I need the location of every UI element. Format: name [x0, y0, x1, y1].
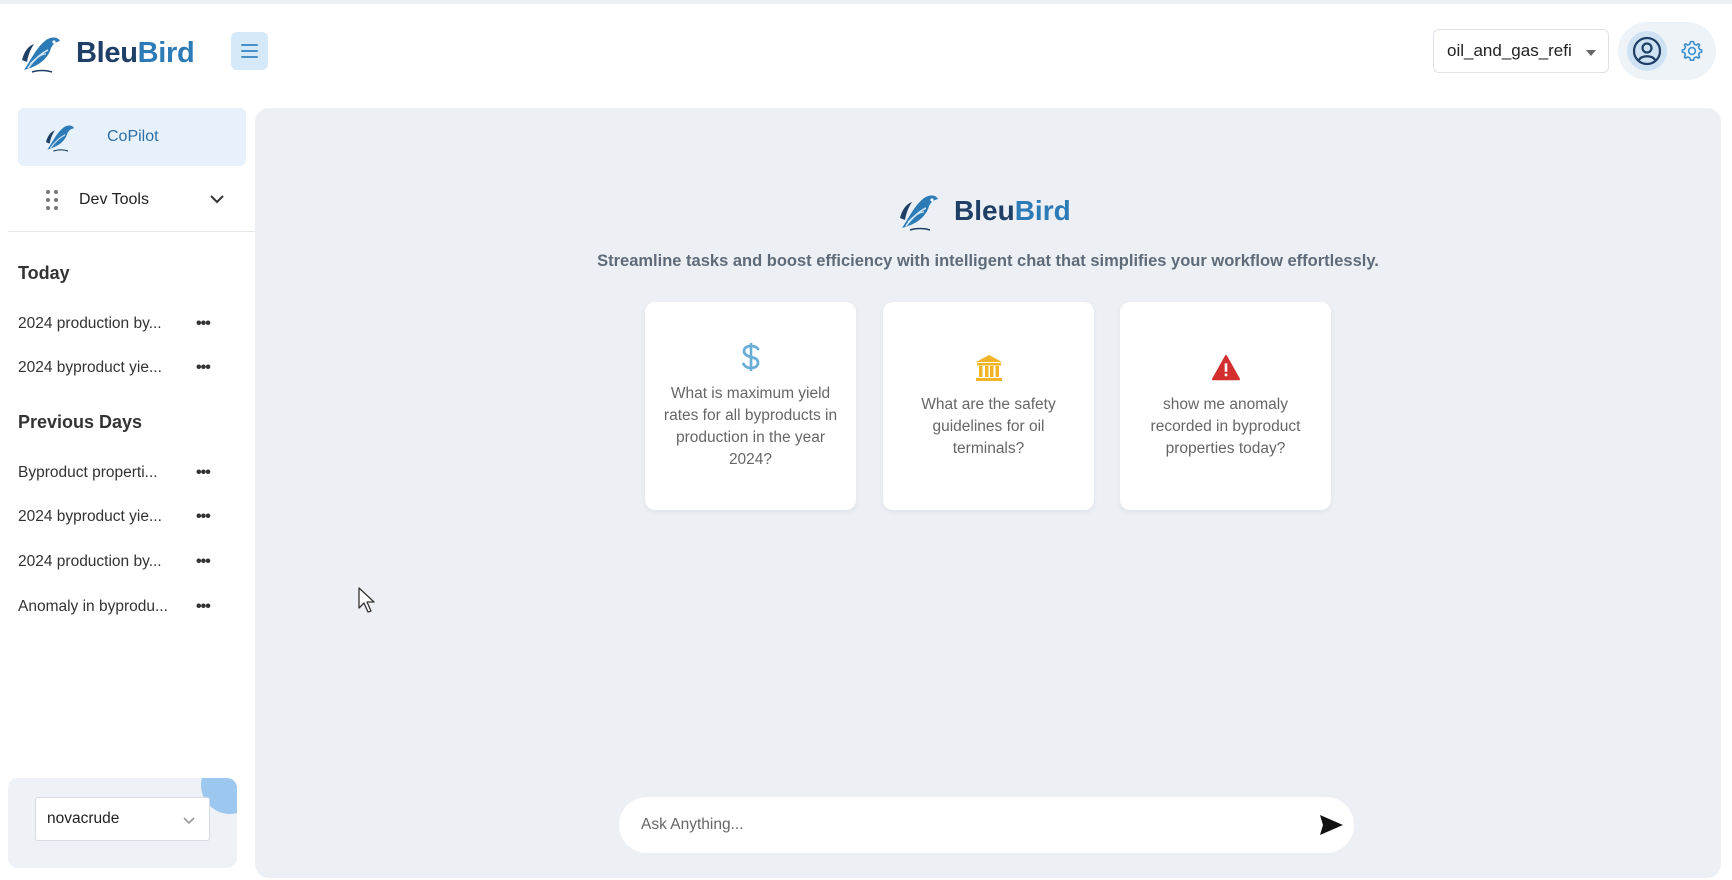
sidebar-item-copilot[interactable]: CoPilot: [18, 108, 246, 166]
database-select-value: oil_and_gas_refi: [1447, 41, 1572, 60]
history-item-label: 2024 byproduct yie...: [18, 508, 162, 525]
header: BleuBird oil_and_gas_refi: [0, 4, 1732, 100]
bleubird-logo-icon: [900, 195, 938, 231]
sidebar: CoPilot Dev Tools Today 2024 production …: [0, 100, 255, 880]
section-title-today: Today: [18, 263, 70, 283]
suggestion-card-safety[interactable]: What are the safety guidelines for oil t…: [883, 302, 1094, 510]
history-item[interactable]: Anomaly in byprodu... •••: [18, 595, 218, 619]
copilot-bird-icon: [45, 125, 75, 152]
center-logo: BleuBird: [896, 188, 1071, 234]
hamburger-menu-button[interactable]: [231, 32, 268, 70]
hamburger-line: [241, 44, 258, 46]
sidebar-item-label: CoPilot: [107, 128, 159, 145]
more-options-icon[interactable]: •••: [196, 316, 211, 332]
brand-name-part1: Bleu: [954, 195, 1015, 226]
send-icon[interactable]: [1318, 813, 1344, 837]
user-avatar-button[interactable]: [1627, 31, 1667, 71]
more-options-icon[interactable]: •••: [196, 360, 211, 376]
chat-main-panel: BleuBird Streamline tasks and boost effi…: [255, 108, 1721, 878]
more-options-icon[interactable]: •••: [196, 509, 211, 525]
history-item-label: Byproduct properti...: [18, 464, 158, 481]
bank-icon: [974, 352, 1004, 384]
history-item-label: 2024 production by...: [18, 553, 162, 570]
hamburger-line: [241, 56, 258, 58]
brand-name-part2: Bird: [1014, 195, 1071, 226]
gear-icon[interactable]: [1680, 39, 1704, 63]
hamburger-line: [241, 50, 258, 52]
mouse-cursor-icon: [358, 587, 375, 613]
dollar-icon: [736, 341, 766, 373]
history-item-label: 2024 production by...: [18, 315, 162, 332]
brand-name-part1: Bleu: [76, 36, 138, 69]
sidebar-item-dev-tools[interactable]: Dev Tools: [18, 176, 246, 224]
tenant-panel: novacrude: [8, 778, 237, 868]
more-options-icon[interactable]: •••: [196, 465, 211, 481]
history-item[interactable]: 2024 production by... •••: [18, 312, 218, 336]
ask-input[interactable]: [641, 816, 1281, 834]
grip-dots-icon: [46, 190, 58, 210]
suggestion-text: What are the safety guidelines for oil t…: [921, 396, 1056, 457]
brand-name: BleuBird: [76, 36, 195, 70]
sidebar-item-label: Dev Tools: [79, 191, 149, 208]
history-item-label: 2024 byproduct yie...: [18, 359, 162, 376]
bleubird-logo-icon: [22, 37, 60, 73]
suggestion-card-anomaly[interactable]: show me anomaly recorded in byproduct pr…: [1120, 302, 1331, 510]
sidebar-divider: [8, 231, 255, 232]
history-item[interactable]: 2024 byproduct yie... •••: [18, 505, 218, 529]
suggestion-text: show me anomaly recorded in byproduct pr…: [1150, 396, 1301, 457]
warning-icon: [1211, 352, 1241, 384]
user-controls: [1618, 22, 1716, 80]
suggestion-text: What is maximum yield rates for all bypr…: [663, 385, 838, 468]
brand-name: BleuBird: [954, 195, 1071, 227]
suggestion-card-yield[interactable]: What is maximum yield rates for all bypr…: [645, 302, 856, 510]
chevron-down-icon: [183, 817, 195, 825]
history-item[interactable]: 2024 byproduct yie... •••: [18, 356, 218, 380]
tagline: Streamline tasks and boost efficiency wi…: [597, 252, 1379, 270]
app-root: BleuBird oil_and_gas_refi CoPilot Dev To…: [0, 0, 1732, 880]
caret-down-icon: [1586, 50, 1596, 56]
more-options-icon[interactable]: •••: [196, 599, 211, 615]
chat-input-bar: [619, 797, 1354, 853]
user-icon: [1632, 36, 1662, 66]
chevron-down-icon[interactable]: [208, 190, 226, 208]
more-options-icon[interactable]: •••: [196, 554, 211, 570]
section-title-previous-days: Previous Days: [18, 412, 143, 432]
tenant-select-value: novacrude: [47, 810, 120, 827]
history-item-label: Anomaly in byprodu...: [18, 598, 168, 615]
history-item[interactable]: 2024 production by... •••: [18, 550, 218, 574]
history-item[interactable]: Byproduct properti... •••: [18, 461, 218, 485]
brand-name-part2: Bird: [137, 36, 195, 69]
header-logo[interactable]: BleuBird: [18, 30, 195, 76]
tenant-select[interactable]: novacrude: [35, 797, 210, 841]
database-select[interactable]: oil_and_gas_refi: [1433, 29, 1609, 73]
